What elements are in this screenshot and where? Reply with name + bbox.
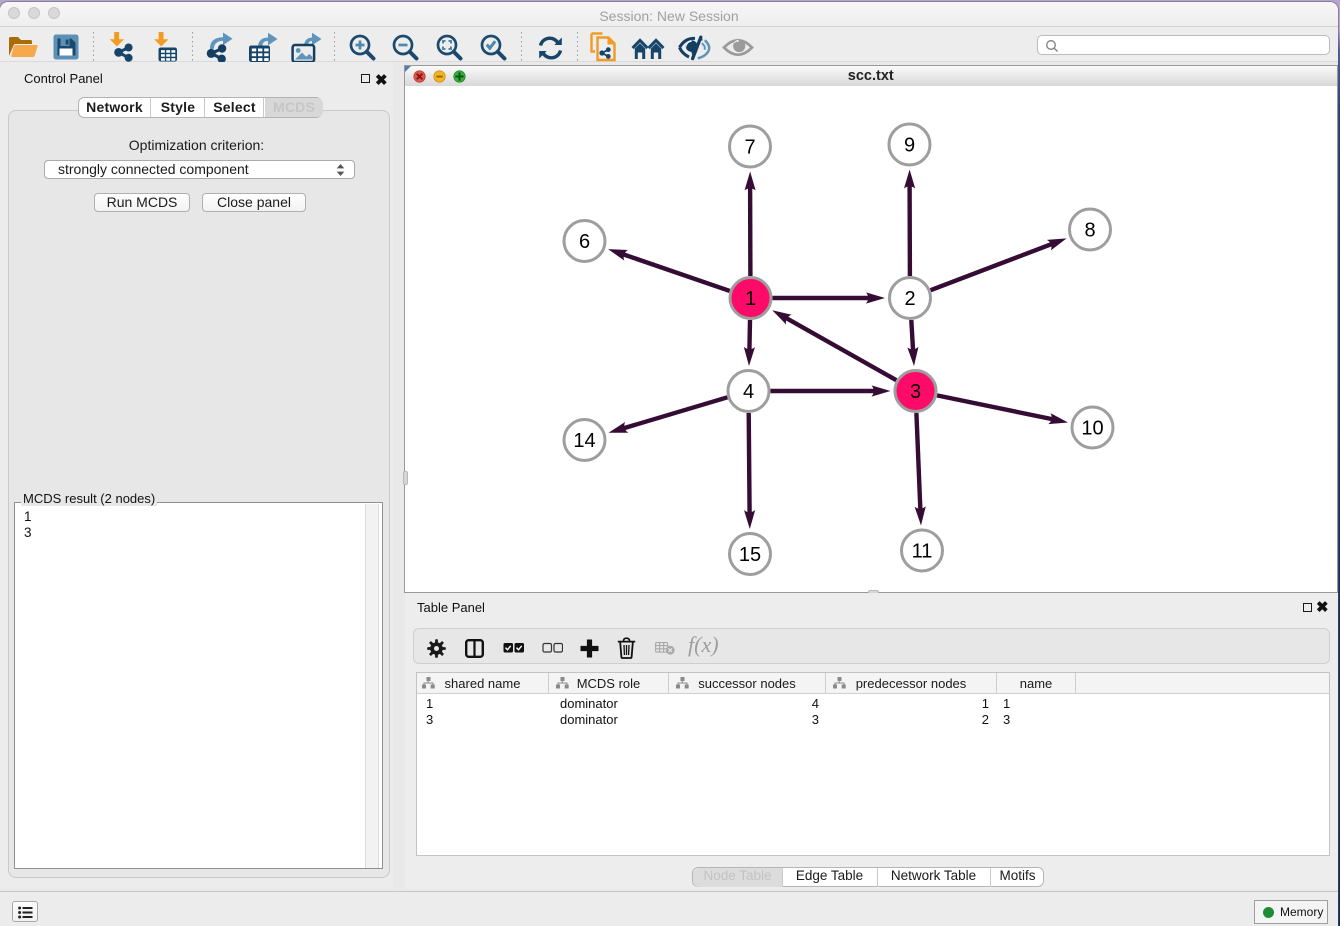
svg-text:7: 7	[744, 136, 755, 158]
svg-text:4: 4	[743, 381, 754, 403]
svg-text:6: 6	[579, 231, 590, 253]
svg-text:14: 14	[573, 430, 595, 452]
svg-text:1: 1	[745, 288, 756, 310]
svg-text:15: 15	[739, 544, 761, 566]
svg-text:2: 2	[904, 288, 915, 310]
svg-text:11: 11	[912, 540, 933, 562]
svg-text:8: 8	[1084, 219, 1095, 241]
svg-text:9: 9	[904, 134, 915, 156]
svg-text:3: 3	[910, 381, 921, 403]
svg-text:10: 10	[1081, 417, 1103, 439]
